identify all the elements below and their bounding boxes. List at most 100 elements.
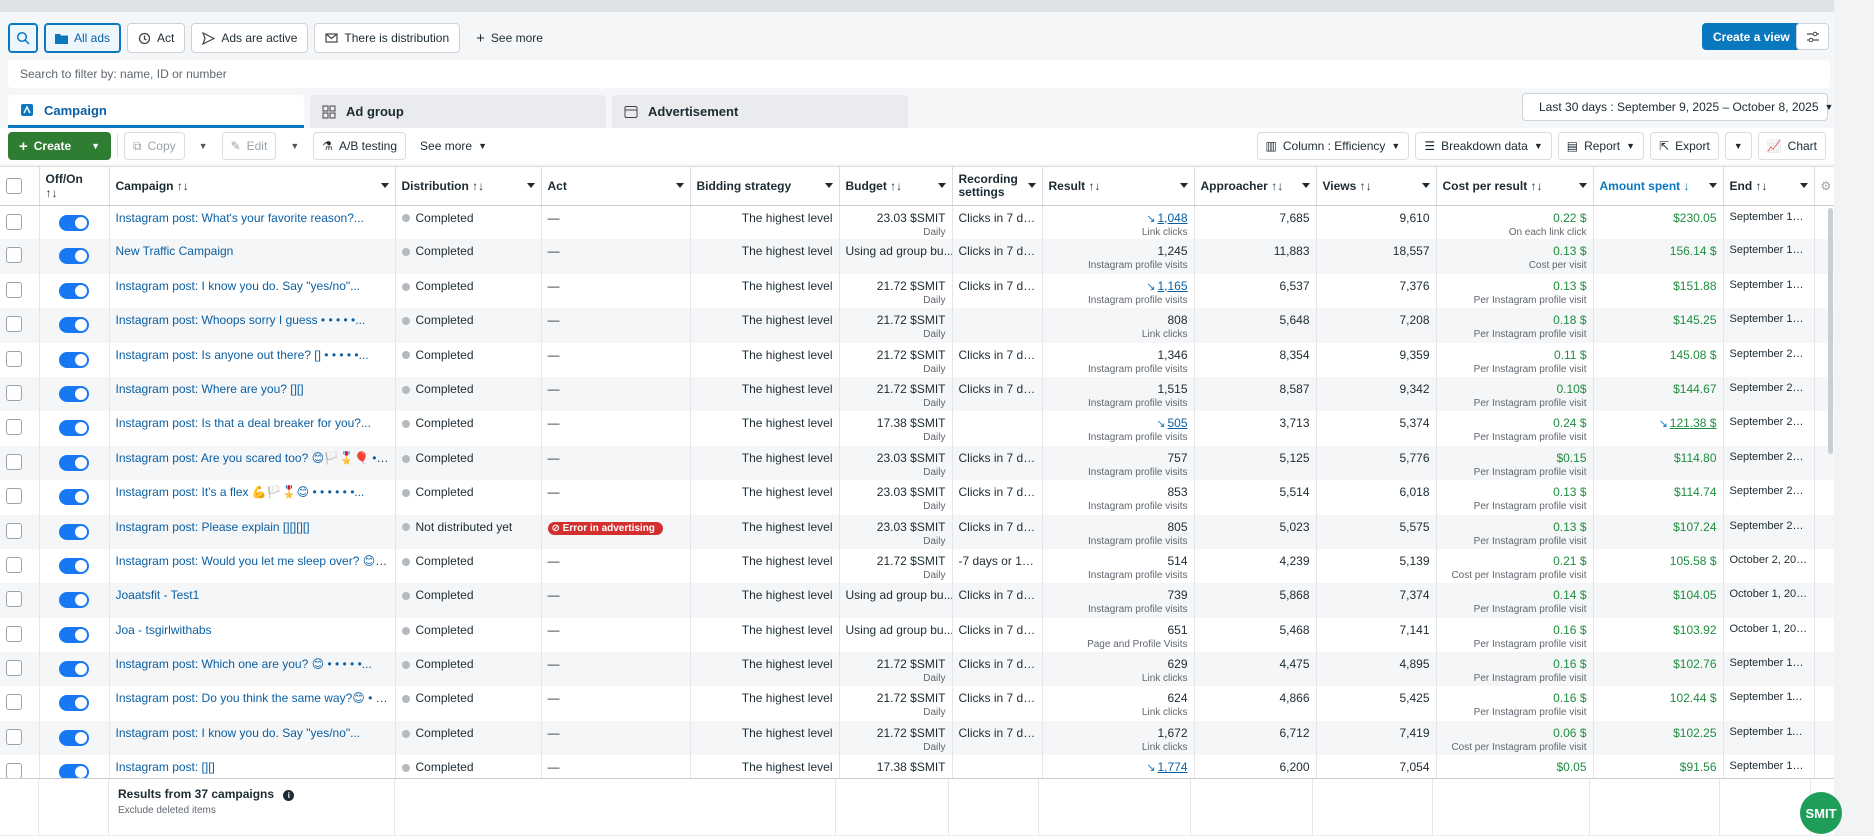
distribution-header[interactable]: Distribution ↑↓: [395, 167, 542, 206]
campaign-toggle[interactable]: [59, 557, 89, 574]
column-menu-icon[interactable]: [1027, 183, 1036, 188]
row-checkbox[interactable]: [6, 453, 22, 470]
campaign-name-link[interactable]: Instagram post: Where are you? [][]: [116, 382, 304, 396]
campaign-name-link[interactable]: Instagram post: It's a flex 💪🏳️🎖️😊 • • •…: [116, 485, 365, 499]
campaign-name-link[interactable]: Instagram post: [][]: [116, 760, 215, 774]
copy-dropdown[interactable]: ▼: [190, 132, 216, 160]
row-checkbox[interactable]: [6, 247, 22, 264]
table-row[interactable]: Instagram post: [][] Completed — The highes…: [0, 755, 1834, 778]
campaign-toggle[interactable]: [59, 214, 89, 231]
budget-header[interactable]: Budget ↑↓: [839, 167, 953, 206]
column-menu-icon[interactable]: [937, 183, 946, 188]
result-header[interactable]: Result ↑↓: [1042, 167, 1195, 206]
see-more-actions-button[interactable]: See more ▼: [412, 132, 495, 160]
campaign-toggle[interactable]: [59, 489, 89, 506]
select-all-checkbox[interactable]: [6, 177, 22, 194]
breakdown-button[interactable]: ☰ Breakdown data ▼: [1415, 132, 1552, 160]
end-header[interactable]: End ↑↓: [1723, 167, 1815, 206]
campaign-name-link[interactable]: Instagram post: Please explain [][][][]: [116, 520, 310, 534]
table-row[interactable]: Instagram post: Where are you? [][] Compl…: [0, 376, 1834, 412]
recording-header[interactable]: Recording settings: [952, 167, 1043, 206]
campaign-name-link[interactable]: Instagram post: Are you scared too? 😊🏳️🎖…: [116, 451, 395, 465]
campaign-name-link[interactable]: Instagram post: I know you do. Say "yes/…: [116, 279, 361, 293]
row-checkbox[interactable]: [6, 384, 22, 401]
campaign-toggle[interactable]: [59, 317, 89, 334]
campaign-toggle[interactable]: [59, 695, 89, 712]
spent-value[interactable]: 121.38 $: [1670, 416, 1717, 430]
campaign-header[interactable]: Campaign ↑↓: [109, 167, 396, 206]
row-checkbox[interactable]: [6, 556, 22, 573]
spent-header[interactable]: Amount spent ↓: [1593, 167, 1724, 206]
campaign-toggle[interactable]: [59, 729, 89, 746]
chart-button[interactable]: 📈 Chart: [1757, 132, 1826, 160]
campaign-toggle[interactable]: [59, 454, 89, 471]
report-button[interactable]: ▤ Report ▼: [1557, 132, 1645, 160]
date-range-picker[interactable]: Last 30 days : September 9, 2025 – Octob…: [1522, 93, 1833, 121]
table-row[interactable]: Instagram post: It's a flex 💪🏳️🎖️😊 • • •…: [0, 480, 1834, 515]
table-row[interactable]: Instagram post: I know you do. Say "yes/…: [0, 273, 1834, 309]
campaign-toggle[interactable]: [59, 385, 89, 402]
error-badge[interactable]: ⊘ Error in advertising: [547, 521, 663, 535]
column-menu-icon[interactable]: [1578, 183, 1587, 188]
tab-ad-group[interactable]: Ad group: [310, 95, 606, 128]
result-value[interactable]: 1,165: [1157, 279, 1187, 293]
columns-button[interactable]: ▥ Column : Efficiency ▼: [1256, 132, 1410, 160]
row-checkbox[interactable]: [6, 281, 22, 298]
approacher-header[interactable]: Approacher ↑↓: [1194, 167, 1317, 206]
copy-button[interactable]: ⧉ Copy: [124, 132, 185, 160]
campaign-toggle[interactable]: [59, 764, 89, 778]
row-checkbox[interactable]: [6, 625, 22, 642]
table-row[interactable]: Instagram post: Is anyone out there? [] …: [0, 342, 1834, 377]
column-menu-icon[interactable]: [1421, 183, 1430, 188]
campaign-name-link[interactable]: New Traffic Campaign: [116, 244, 234, 258]
column-menu-icon[interactable]: [1179, 183, 1188, 188]
search-toggle-button[interactable]: [8, 23, 38, 53]
cpr-header[interactable]: Cost per result ↑↓: [1436, 167, 1594, 206]
result-value[interactable]: 1,774: [1157, 760, 1187, 774]
export-dropdown[interactable]: ▼: [1724, 132, 1752, 160]
table-row[interactable]: Instagram post: Do you think the same wa…: [0, 686, 1834, 721]
export-button[interactable]: ⇱ Export: [1650, 132, 1719, 160]
campaign-toggle[interactable]: [59, 282, 89, 299]
campaign-name-link[interactable]: Joa - tsgirlwithabs: [116, 623, 212, 637]
table-row[interactable]: New Traffic Campaign Completed — The highes…: [0, 239, 1834, 274]
info-icon[interactable]: i: [283, 790, 295, 801]
table-row[interactable]: Joaatsfit - Test1 Completed — The highest l…: [0, 583, 1834, 618]
table-row[interactable]: Instagram post: Is that a deal breaker f…: [0, 411, 1834, 446]
table-row[interactable]: Instagram post: Please explain [][][][] N…: [0, 514, 1834, 549]
edit-button[interactable]: ✎ Edit: [221, 132, 277, 160]
table-row[interactable]: Joa - tsgirlwithabs Completed — The highest…: [0, 617, 1834, 653]
smit-chat-button[interactable]: SMIT: [1800, 792, 1842, 834]
campaign-name-link[interactable]: Instagram post: Is anyone out there? [] …: [116, 348, 369, 362]
column-menu-icon[interactable]: [1301, 183, 1310, 188]
campaign-name-link[interactable]: Instagram post: I know you do. Say "yes/…: [116, 726, 361, 740]
view-settings-button[interactable]: [1796, 23, 1829, 50]
act-header[interactable]: Act: [541, 167, 691, 206]
create-view-button[interactable]: Create a view: [1702, 23, 1801, 50]
add-column-header[interactable]: ⚙: [1814, 167, 1834, 206]
column-menu-icon[interactable]: [1799, 183, 1808, 188]
campaign-toggle[interactable]: [59, 248, 89, 265]
row-checkbox[interactable]: [6, 213, 22, 230]
campaign-toggle[interactable]: [59, 626, 89, 643]
table-row[interactable]: Instagram post: I know you do. Say "yes/…: [0, 720, 1834, 756]
campaign-toggle[interactable]: [59, 592, 89, 609]
campaign-name-link[interactable]: Instagram post: Would you let me sleep o…: [116, 554, 393, 568]
row-checkbox[interactable]: [6, 763, 22, 778]
column-menu-icon[interactable]: [526, 183, 535, 188]
ads-active-filter[interactable]: Ads are active: [191, 23, 309, 53]
tab-campaign[interactable]: Campaign: [8, 95, 304, 128]
row-checkbox[interactable]: [6, 522, 22, 539]
campaign-name-link[interactable]: Joaatsfit - Test1: [116, 588, 200, 602]
column-menu-icon[interactable]: [1708, 183, 1717, 188]
row-checkbox[interactable]: [6, 316, 22, 333]
distribution-filter[interactable]: There is distribution: [314, 23, 461, 53]
table-row[interactable]: Instagram post: Whoops sorry I guess • •…: [0, 308, 1834, 343]
campaign-name-link[interactable]: Instagram post: Do you think the same wa…: [116, 691, 395, 705]
offon-header[interactable]: Off/On ↑↓: [39, 167, 110, 206]
table-row[interactable]: Instagram post: Which one are you? 😊 • •…: [0, 652, 1834, 687]
create-button[interactable]: + Create ▼: [8, 132, 112, 160]
result-value[interactable]: 505: [1167, 416, 1187, 430]
result-value[interactable]: 1,048: [1157, 211, 1187, 225]
column-menu-icon[interactable]: [675, 183, 684, 188]
